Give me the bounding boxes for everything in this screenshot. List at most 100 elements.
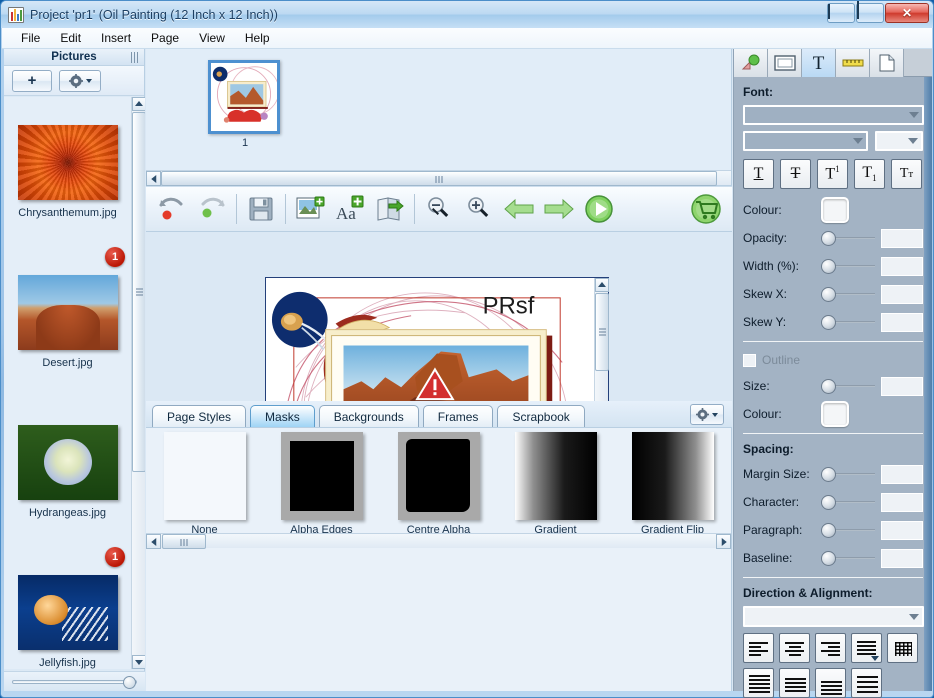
- pictures-list[interactable]: Chrysanthemum.jpg 1 Desert.jpg Hydrangea…: [4, 97, 145, 669]
- outline-checkbox[interactable]: [743, 353, 756, 367]
- width-value[interactable]: [881, 256, 923, 276]
- font-style-select[interactable]: [743, 131, 869, 151]
- content-settings-button[interactable]: [690, 404, 724, 425]
- vertical-align-top-button[interactable]: [743, 668, 774, 698]
- opacity-value[interactable]: [881, 228, 923, 248]
- tab-frames[interactable]: Frames: [422, 405, 494, 427]
- align-centre-button[interactable]: [779, 633, 810, 663]
- tab-masks[interactable]: Masks: [250, 405, 315, 427]
- small-caps-button[interactable]: Tт: [891, 159, 922, 189]
- superscript-button[interactable]: T1: [817, 159, 848, 189]
- scrollbar-thumb[interactable]: [161, 171, 717, 186]
- tab-page[interactable]: [870, 49, 904, 77]
- menu-page[interactable]: Page: [141, 29, 189, 47]
- menu-view[interactable]: View: [189, 29, 235, 47]
- gallery-scrollbar[interactable]: [146, 533, 731, 549]
- align-grid-button[interactable]: [887, 633, 918, 663]
- align-left-button[interactable]: [743, 633, 774, 663]
- list-item[interactable]: Chrysanthemum.jpg: [4, 97, 131, 247]
- scroll-right-button[interactable]: [716, 534, 731, 549]
- gallery-item-gradient-flip[interactable]: Gradient Flip: [614, 432, 731, 544]
- paragraph-value[interactable]: [881, 520, 923, 540]
- gallery-item-alpha-edges[interactable]: Alpha Edges: [263, 432, 380, 544]
- add-picture-button[interactable]: +: [12, 69, 52, 92]
- strikethrough-button[interactable]: T: [780, 159, 811, 189]
- buy-button[interactable]: [686, 189, 726, 229]
- menu-help[interactable]: Help: [235, 29, 280, 47]
- gallery-item-gradient[interactable]: Gradient: [497, 432, 614, 544]
- opacity-slider[interactable]: [821, 229, 875, 247]
- character-slider[interactable]: [821, 493, 875, 511]
- pictures-scrollbar[interactable]: [131, 97, 145, 669]
- outline-size-slider[interactable]: [821, 377, 875, 395]
- masks-gallery[interactable]: None Alpha Edges Centre Alpha Gradient G…: [146, 427, 732, 691]
- tab-frame[interactable]: [768, 49, 802, 77]
- character-value[interactable]: [881, 492, 923, 512]
- scroll-up-button[interactable]: [132, 97, 145, 111]
- tab-measure[interactable]: [836, 49, 870, 77]
- mask-swatch[interactable]: [280, 432, 363, 520]
- tab-objects[interactable]: [734, 49, 768, 77]
- outline-checkbox-row[interactable]: Outline: [743, 350, 923, 370]
- page-thumbnail-item[interactable]: 1: [208, 60, 282, 149]
- font-colour-swatch[interactable]: [821, 197, 849, 223]
- skew-y-value[interactable]: [881, 312, 923, 332]
- thumbnail-size-slider[interactable]: [4, 671, 145, 691]
- picture-thumbnail[interactable]: [17, 125, 118, 200]
- outline-colour-swatch[interactable]: [821, 401, 849, 427]
- scrollbar-thumb[interactable]: [595, 293, 609, 371]
- align-right-button[interactable]: [815, 633, 846, 663]
- properties-scrollbar[interactable]: [924, 77, 932, 691]
- list-item[interactable]: 1 Desert.jpg: [4, 247, 131, 397]
- menu-file[interactable]: File: [11, 29, 50, 47]
- picture-thumbnail[interactable]: [17, 575, 118, 650]
- scroll-down-button[interactable]: [132, 655, 145, 669]
- skew-y-slider[interactable]: [821, 313, 875, 331]
- page-thumbnail[interactable]: [208, 60, 280, 134]
- align-justify-button[interactable]: [851, 633, 882, 663]
- zoom-out-button[interactable]: [419, 189, 459, 229]
- mask-swatch[interactable]: [631, 432, 714, 520]
- font-size-select[interactable]: [875, 131, 923, 151]
- scroll-up-button[interactable]: [595, 278, 609, 292]
- picture-thumbnail[interactable]: [17, 275, 118, 350]
- list-item[interactable]: Hydrangeas.jpg: [4, 397, 131, 547]
- menu-edit[interactable]: Edit: [50, 29, 91, 47]
- tab-backgrounds[interactable]: Backgrounds: [318, 405, 419, 427]
- mask-swatch[interactable]: [514, 432, 597, 520]
- close-button[interactable]: ✕: [885, 3, 929, 23]
- menu-insert[interactable]: Insert: [91, 29, 141, 47]
- minimize-button[interactable]: [827, 3, 855, 23]
- vertical-align-bottom-button[interactable]: [815, 668, 846, 698]
- panel-grip-icon[interactable]: [131, 52, 140, 63]
- scroll-left-button[interactable]: [146, 534, 161, 549]
- slider-knob[interactable]: [123, 675, 136, 689]
- scrollbar-thumb[interactable]: [162, 534, 206, 549]
- undo-button[interactable]: [152, 189, 192, 229]
- skew-x-slider[interactable]: [821, 285, 875, 303]
- pictures-options-button[interactable]: [59, 69, 101, 92]
- font-family-select[interactable]: [743, 105, 924, 125]
- margin-size-slider[interactable]: [821, 465, 875, 483]
- scroll-left-button[interactable]: [146, 171, 161, 186]
- vertical-align-middle-button[interactable]: [779, 668, 810, 698]
- subscript-button[interactable]: T1: [854, 159, 885, 189]
- previous-page-button[interactable]: [499, 189, 539, 229]
- preview-button[interactable]: [579, 189, 619, 229]
- gallery-item-none[interactable]: None: [146, 432, 263, 544]
- mask-swatch[interactable]: [163, 432, 246, 520]
- list-item[interactable]: 1 Jellyfish.jpg: [4, 547, 131, 669]
- picture-thumbnail[interactable]: [17, 425, 118, 500]
- add-text-button[interactable]: Aa: [330, 189, 370, 229]
- baseline-slider[interactable]: [821, 549, 875, 567]
- next-page-button[interactable]: [539, 189, 579, 229]
- outline-size-value[interactable]: [881, 376, 923, 396]
- pages-strip-scrollbar[interactable]: [146, 170, 731, 186]
- tab-page-styles[interactable]: Page Styles: [152, 405, 247, 427]
- redo-button[interactable]: [192, 189, 232, 229]
- tab-scrapbook[interactable]: Scrapbook: [497, 405, 585, 427]
- zoom-in-button[interactable]: [459, 189, 499, 229]
- add-picture-button[interactable]: [290, 189, 330, 229]
- margin-size-value[interactable]: [881, 464, 923, 484]
- direction-select[interactable]: [743, 606, 924, 627]
